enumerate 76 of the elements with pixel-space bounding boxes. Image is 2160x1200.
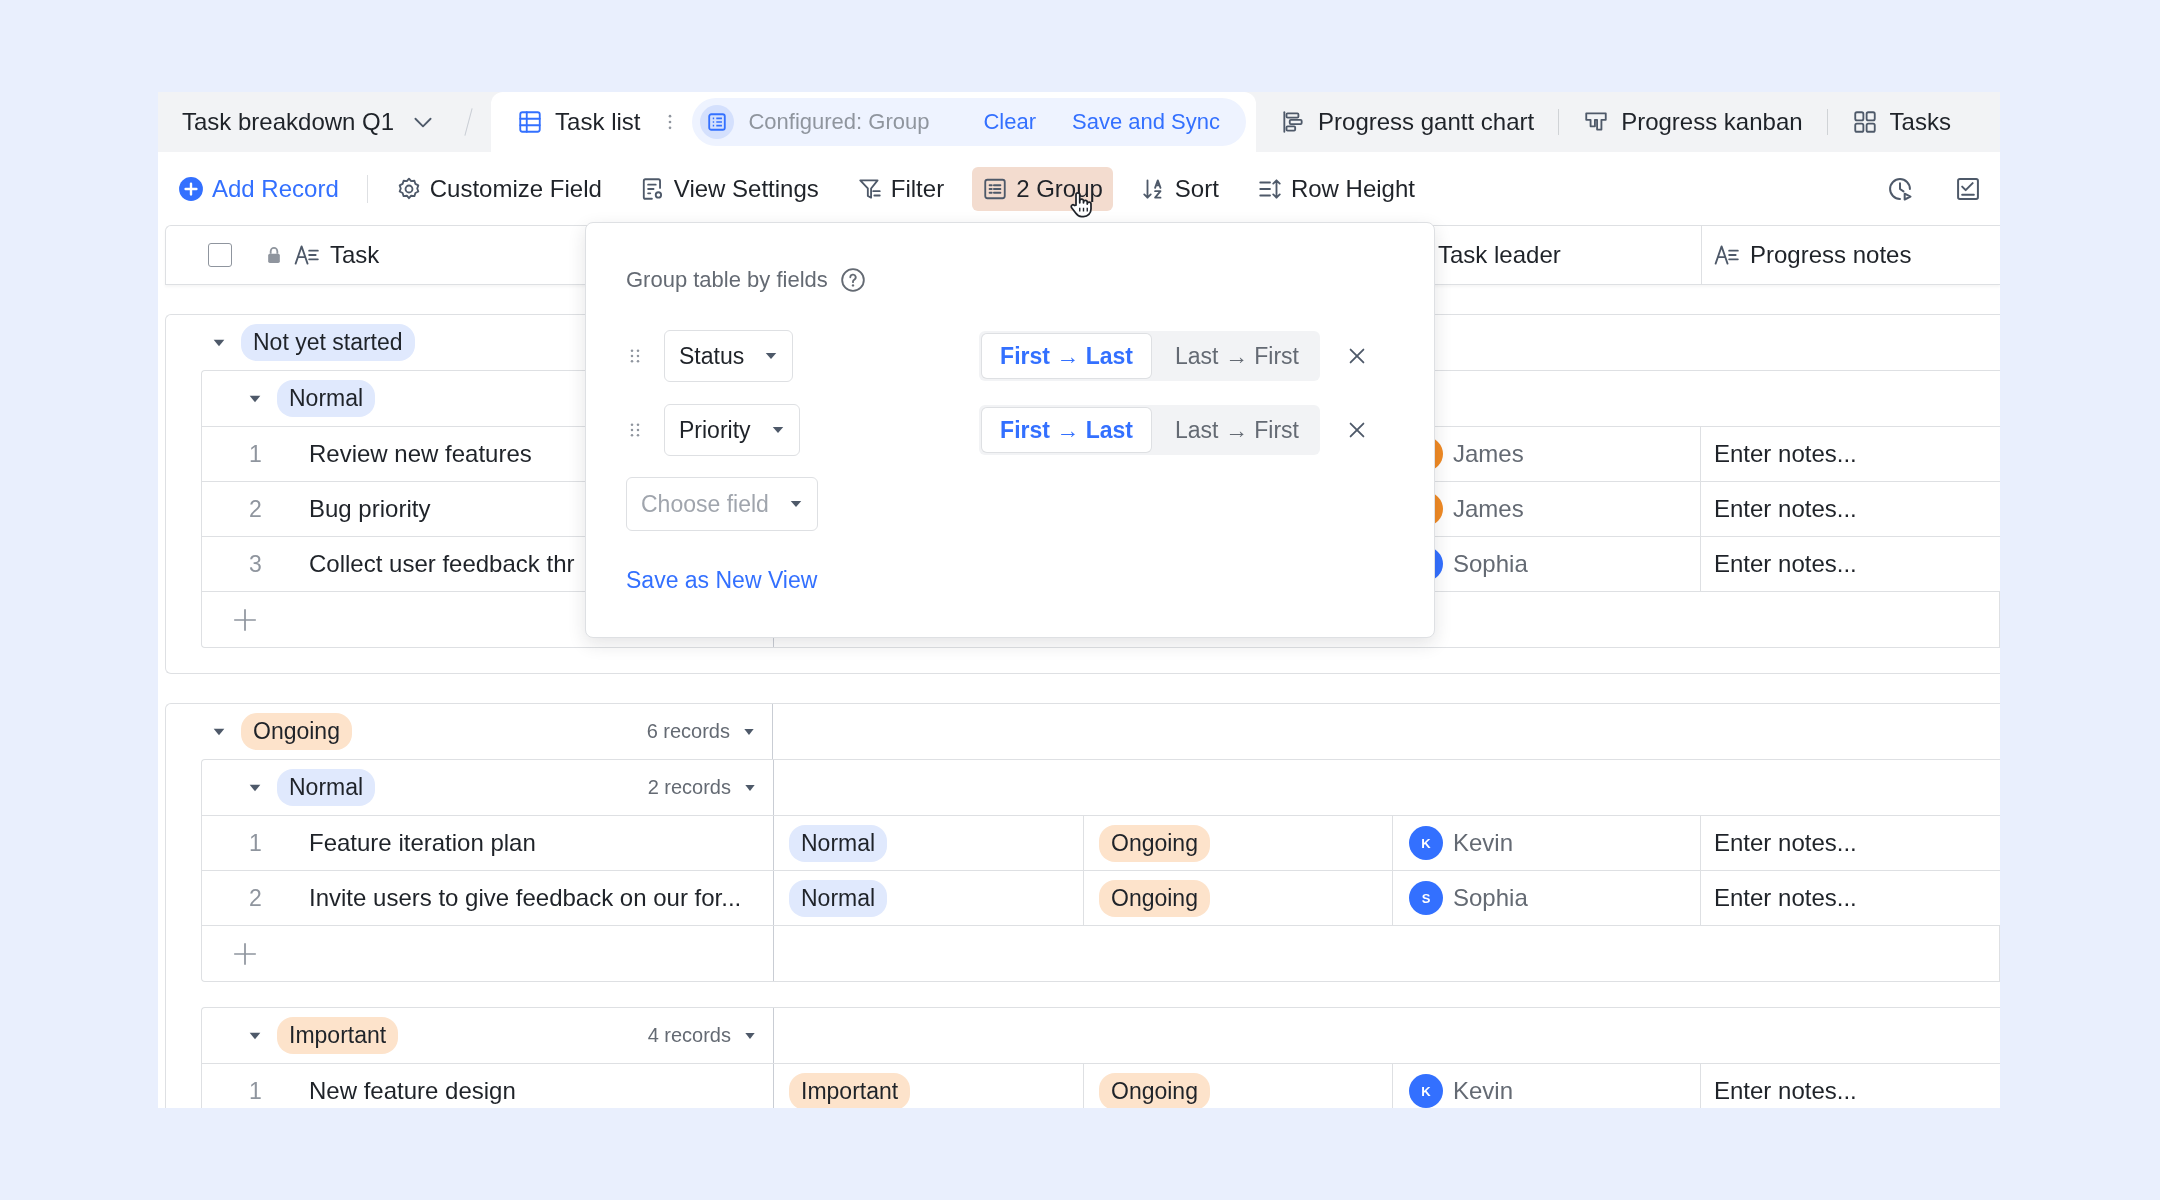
- record-count-menu[interactable]: 2 records: [647, 776, 757, 799]
- toolbar-button[interactable]: Sort: [1130, 166, 1229, 211]
- person-name: James: [1453, 440, 1524, 468]
- column-header: Progress notes: [1750, 241, 1912, 269]
- group-tag: Ongoing: [241, 713, 352, 750]
- help-icon[interactable]: [839, 267, 866, 293]
- priority-tag: Normal: [789, 824, 888, 862]
- table-cell: Invite users to give feedback on our for...: [309, 884, 742, 912]
- row-number: 1: [248, 829, 263, 857]
- record-count-menu[interactable]: 4 records: [647, 1024, 757, 1047]
- toolbar-button[interactable]: Filter: [846, 166, 955, 211]
- order-option[interactable]: First → Last: [982, 408, 1152, 452]
- group-tag: Normal: [277, 380, 376, 417]
- view-tab[interactable]: Task list: [511, 100, 649, 144]
- group-tag: Not yet started: [241, 324, 415, 361]
- action-link[interactable]: Save and Sync: [1072, 109, 1221, 135]
- notes-field[interactable]: Enter notes...: [1701, 871, 2000, 925]
- priority-tag: Normal: [789, 879, 888, 917]
- add-icon: [178, 175, 204, 202]
- person-name: Sophia: [1453, 550, 1528, 578]
- table-icon: [517, 109, 544, 135]
- table-cell: Review new features: [309, 440, 532, 468]
- group-tag: Important: [277, 1017, 399, 1054]
- avatar: S: [1409, 881, 1443, 915]
- notes-field[interactable]: Enter notes...: [1701, 816, 2000, 870]
- grid-icon: [1851, 109, 1878, 135]
- add-icon[interactable]: [232, 940, 258, 967]
- priority-tag: Important: [789, 1072, 911, 1108]
- document-title-menu[interactable]: Task breakdown Q1: [158, 92, 453, 152]
- field-dropdown[interactable]: Priority: [664, 404, 800, 456]
- avatar: K: [1409, 1074, 1443, 1108]
- view-tab[interactable]: Progress kanban: [1559, 100, 1827, 144]
- save-view-link[interactable]: Save as New View: [626, 567, 818, 594]
- status-tag: Ongoing: [1099, 824, 1210, 862]
- order-option[interactable]: First → Last: [982, 334, 1152, 378]
- column-header: Task: [330, 241, 380, 269]
- notes-field[interactable]: Enter notes...: [1701, 1064, 2000, 1108]
- row-number: 1: [248, 440, 263, 468]
- toolbar-button[interactable]: Row Height: [1246, 166, 1425, 211]
- row-number: 1: [248, 1077, 263, 1105]
- order-option[interactable]: Last → First: [1157, 334, 1317, 378]
- table-cell: Collect user feedback thr: [309, 550, 575, 578]
- row-number: 3: [248, 550, 263, 578]
- row-number: 2: [248, 884, 263, 912]
- field-dropdown[interactable]: Status: [664, 330, 794, 382]
- order-option[interactable]: Last → First: [1157, 408, 1317, 452]
- record-count-menu[interactable]: 6 records: [646, 720, 756, 743]
- view-tab[interactable]: Progress gantt chart: [1256, 100, 1559, 144]
- select-all-checkbox[interactable]: [208, 243, 232, 267]
- table-cell: Bug priority: [309, 495, 431, 523]
- toolbar-button[interactable]: View Settings: [629, 166, 829, 211]
- text-field-icon: [1712, 242, 1742, 268]
- group-icon: [700, 105, 735, 139]
- view-tab[interactable]: Tasks: [1827, 100, 1975, 144]
- column-header: Task leader: [1438, 241, 1561, 269]
- group-tag: Normal: [277, 769, 376, 806]
- status-tag: Ongoing: [1099, 879, 1210, 917]
- action-link[interactable]: Clear: [983, 109, 1037, 135]
- person-name: Sophia: [1453, 884, 1528, 912]
- status-tag: Ongoing: [1099, 1072, 1210, 1108]
- notes-field[interactable]: Enter notes...: [1701, 537, 2000, 591]
- popup-title: Group table by fields: [626, 267, 828, 293]
- person-name: Kevin: [1453, 829, 1514, 857]
- text-field-icon: [292, 242, 322, 268]
- toolbar-button[interactable]: Customize Field: [385, 166, 612, 211]
- avatar: K: [1409, 826, 1443, 860]
- notes-field[interactable]: Enter notes...: [1701, 427, 2000, 481]
- table-cell: Feature iteration plan: [309, 829, 536, 857]
- row-number: 2: [248, 495, 263, 523]
- table-cell: New feature design: [309, 1077, 516, 1105]
- person-name: James: [1453, 495, 1524, 523]
- status-label: Configured: Group: [748, 109, 930, 135]
- add-icon[interactable]: [232, 606, 258, 633]
- notes-field[interactable]: Enter notes...: [1701, 482, 2000, 536]
- toolbar-button[interactable]: Add Record: [168, 166, 349, 211]
- person-name: Kevin: [1453, 1077, 1514, 1105]
